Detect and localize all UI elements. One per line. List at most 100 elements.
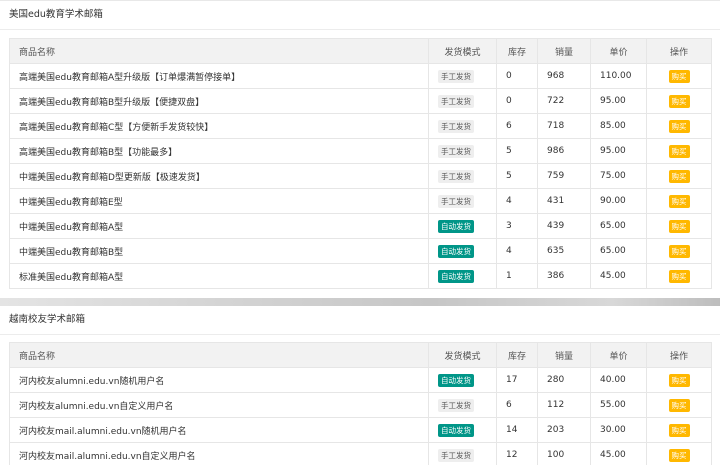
buy-button[interactable]: 购买: [668, 169, 690, 183]
product-name: 河内校友mail.alumni.edu.vn自定义用户名: [9, 442, 429, 465]
manual-delivery-badge: 手工发货: [438, 119, 474, 133]
header-action: 操作: [646, 38, 712, 64]
table-row: 河内校友alumni.edu.vn自定义用户名 手工发货 6 112 55.00 购买: [9, 392, 712, 418]
price-value: 55.00: [590, 392, 647, 418]
sales-value: 431: [537, 188, 591, 214]
table-row: 中端美国edu教育邮箱A型 自动发货 3 439 65.00 购买: [9, 213, 712, 239]
sales-value: 986: [537, 138, 591, 164]
stock-value: 14: [496, 417, 538, 443]
buy-button[interactable]: 购买: [668, 373, 690, 387]
price-value: 40.00: [590, 367, 647, 393]
auto-delivery-badge: 自动发货: [438, 244, 474, 258]
product-name: 高端美国edu教育邮箱B型【功能最多】: [9, 138, 429, 164]
section-divider: [0, 298, 720, 306]
header-stock: 库存: [496, 342, 538, 368]
buy-button[interactable]: 购买: [668, 398, 690, 412]
sales-value: 100: [537, 442, 591, 465]
section-title: 美国edu教育学术邮箱: [0, 1, 720, 30]
table-row: 高端美国edu教育邮箱B型【功能最多】 手工发货 5 986 95.00 购买: [9, 138, 712, 164]
product-name: 河内校友alumni.edu.vn随机用户名: [9, 367, 429, 393]
buy-button[interactable]: 购买: [668, 119, 690, 133]
table-row: 河内校友alumni.edu.vn随机用户名 自动发货 17 280 40.00 购买: [9, 367, 712, 393]
buy-button[interactable]: 购买: [668, 144, 690, 158]
table-row: 河内校友mail.alumni.edu.vn自定义用户名 手工发货 12 100 45.…: [9, 442, 712, 465]
stock-value: 4: [496, 188, 538, 214]
header-sales: 销量: [537, 342, 591, 368]
auto-delivery-badge: 自动发货: [438, 269, 474, 283]
manual-delivery-badge: 手工发货: [438, 69, 474, 83]
sales-value: 718: [537, 113, 591, 139]
buy-button[interactable]: 购买: [668, 194, 690, 208]
stock-value: 3: [496, 213, 538, 239]
product-name: 河内校友alumni.edu.vn自定义用户名: [9, 392, 429, 418]
stock-value: 5: [496, 163, 538, 189]
buy-button[interactable]: 购买: [668, 244, 690, 258]
buy-button[interactable]: 购买: [668, 69, 690, 83]
sales-value: 386: [537, 263, 591, 289]
table-row: 中端美国edu教育邮箱E型 手工发货 4 431 90.00 购买: [9, 188, 712, 214]
product-name: 中端美国edu教育邮箱A型: [9, 213, 429, 239]
stock-value: 6: [496, 392, 538, 418]
product-name: 中端美国edu教育邮箱D型更新版【极速发货】: [9, 163, 429, 189]
product-name: 标准美国edu教育邮箱A型: [9, 263, 429, 289]
sales-value: 439: [537, 213, 591, 239]
price-value: 90.00: [590, 188, 647, 214]
buy-button[interactable]: 购买: [668, 448, 690, 462]
price-value: 45.00: [590, 263, 647, 289]
product-name: 高端美国edu教育邮箱A型升级版【订单爆满暂停接单】: [9, 63, 429, 89]
price-value: 75.00: [590, 163, 647, 189]
stock-value: 6: [496, 113, 538, 139]
buy-button[interactable]: 购买: [668, 94, 690, 108]
manual-delivery-badge: 手工发货: [438, 398, 474, 412]
buy-button[interactable]: 购买: [668, 269, 690, 283]
stock-value: 4: [496, 238, 538, 264]
product-name: 中端美国edu教育邮箱B型: [9, 238, 429, 264]
auto-delivery-badge: 自动发货: [438, 373, 474, 387]
price-value: 110.00: [590, 63, 647, 89]
sales-value: 112: [537, 392, 591, 418]
product-name: 高端美国edu教育邮箱C型【方便新手发货较快】: [9, 113, 429, 139]
product-table: 商品名称 发货模式 库存 销量 单价 操作 河内校友alumni.edu.vn随…: [9, 342, 712, 465]
stock-value: 17: [496, 367, 538, 393]
stock-value: 0: [496, 63, 538, 89]
buy-button[interactable]: 购买: [668, 423, 690, 437]
buy-button[interactable]: 购买: [668, 219, 690, 233]
stock-value: 5: [496, 138, 538, 164]
price-value: 65.00: [590, 238, 647, 264]
table-row: 高端美国edu教育邮箱B型升级版【便捷双盘】 手工发货 0 722 95.00 购买: [9, 88, 712, 114]
header-delivery-mode: 发货模式: [428, 342, 497, 368]
sales-value: 968: [537, 63, 591, 89]
stock-value: 1: [496, 263, 538, 289]
table-row: 中端美国edu教育邮箱B型 自动发货 4 635 65.00 购买: [9, 238, 712, 264]
header-stock: 库存: [496, 38, 538, 64]
auto-delivery-badge: 自动发货: [438, 219, 474, 233]
price-value: 85.00: [590, 113, 647, 139]
sales-value: 722: [537, 88, 591, 114]
sales-value: 635: [537, 238, 591, 264]
manual-delivery-badge: 手工发货: [438, 448, 474, 462]
table-row: 高端美国edu教育邮箱A型升级版【订单爆满暂停接单】 手工发货 0 968 110.00…: [9, 63, 712, 89]
stock-value: 0: [496, 88, 538, 114]
header-action: 操作: [646, 342, 712, 368]
price-value: 95.00: [590, 138, 647, 164]
header-product-name: 商品名称: [9, 38, 429, 64]
section-title: 越南校友学术邮箱: [0, 306, 720, 335]
table-row: 中端美国edu教育邮箱D型更新版【极速发货】 手工发货 5 759 75.00 购买: [9, 163, 712, 189]
section-us-edu: 美国edu教育学术邮箱 商品名称 发货模式 库存 销量 单价 操作 高端美国ed…: [0, 0, 720, 298]
price-value: 95.00: [590, 88, 647, 114]
sales-value: 759: [537, 163, 591, 189]
table-row: 河内校友mail.alumni.edu.vn随机用户名 自动发货 14 203 30.0…: [9, 417, 712, 443]
product-name: 河内校友mail.alumni.edu.vn随机用户名: [9, 417, 429, 443]
header-delivery-mode: 发货模式: [428, 38, 497, 64]
price-value: 65.00: [590, 213, 647, 239]
price-value: 45.00: [590, 442, 647, 465]
price-value: 30.00: [590, 417, 647, 443]
header-sales: 销量: [537, 38, 591, 64]
product-table: 商品名称 发货模式 库存 销量 单价 操作 高端美国edu教育邮箱A型升级版【订…: [9, 38, 712, 289]
manual-delivery-badge: 手工发货: [438, 94, 474, 108]
product-name: 中端美国edu教育邮箱E型: [9, 188, 429, 214]
table-header-row: 商品名称 发货模式 库存 销量 单价 操作: [9, 38, 712, 64]
header-price: 单价: [590, 38, 647, 64]
table-row: 标准美国edu教育邮箱A型 自动发货 1 386 45.00 购买: [9, 263, 712, 289]
product-name: 高端美国edu教育邮箱B型升级版【便捷双盘】: [9, 88, 429, 114]
